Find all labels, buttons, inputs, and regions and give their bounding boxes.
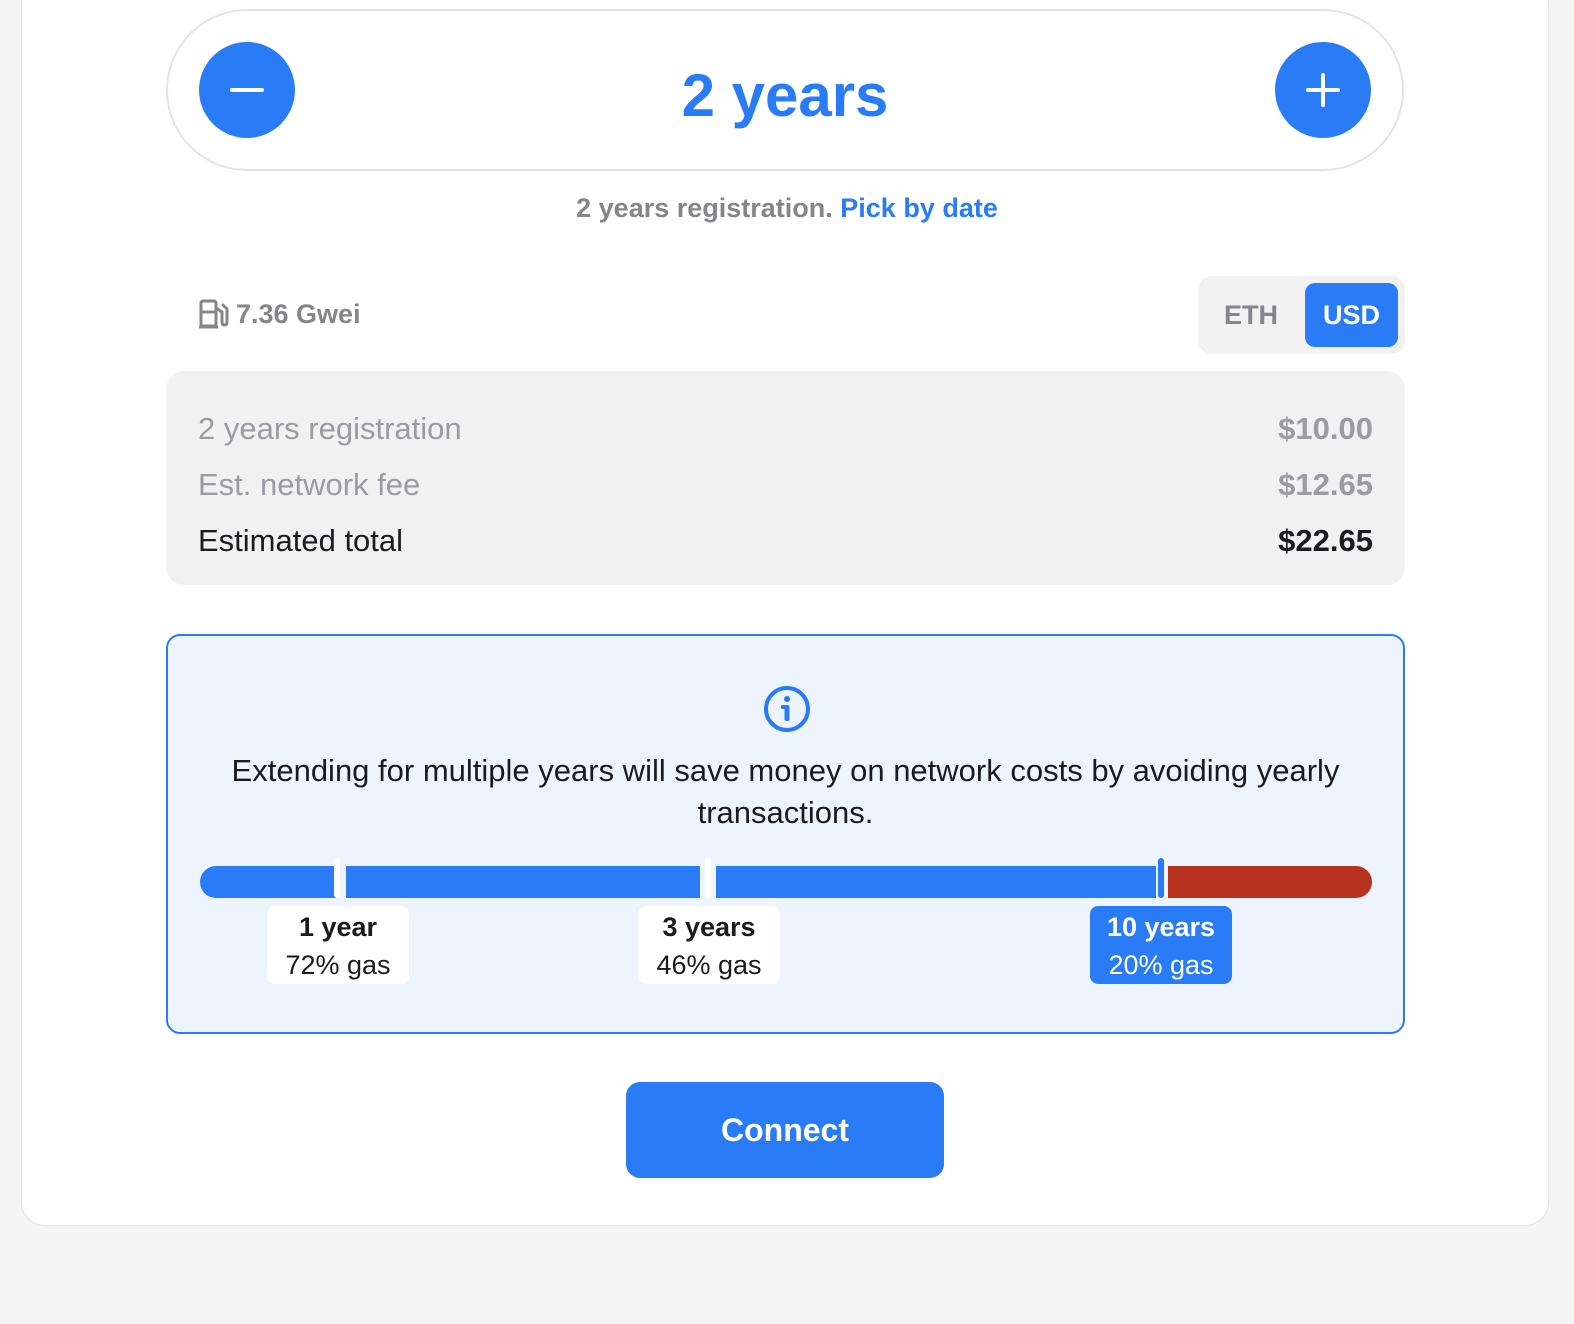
bar-segment-3 xyxy=(716,866,1156,898)
savings-info-box: Extending for multiple years will save m… xyxy=(166,634,1405,1034)
marker-gas: 72% gas xyxy=(285,950,391,980)
plus-icon xyxy=(1306,73,1340,107)
currency-option-usd[interactable]: USD xyxy=(1305,283,1398,347)
gas-price: 7.36 Gwei xyxy=(198,296,361,332)
marker-gas: 20% gas xyxy=(1108,950,1214,980)
gas-savings-bar xyxy=(200,858,1372,898)
registration-card xyxy=(21,0,1549,1226)
gas-pump-icon xyxy=(199,299,229,329)
cost-value: $22.65 xyxy=(1278,523,1373,558)
gas-price-value: 7.36 Gwei xyxy=(236,299,361,329)
duration-value: 2 years xyxy=(681,62,889,129)
currency-toggle: ETH USD xyxy=(1198,276,1405,354)
tick-10-years xyxy=(1158,858,1164,898)
bar-segment-2 xyxy=(346,866,700,898)
marker-years: 1 year xyxy=(298,912,378,942)
increase-duration-button[interactable] xyxy=(1275,42,1371,138)
cost-label: Estimated total xyxy=(198,523,404,558)
bar-segment-1 xyxy=(200,866,336,898)
pick-by-date-link[interactable]: Pick by date xyxy=(840,193,998,223)
cost-label: 2 years registration xyxy=(198,411,462,446)
marker-10-years: 10 years 20% gas xyxy=(1090,906,1232,984)
marker-1-year: 1 year 72% gas xyxy=(267,906,409,984)
estimated-total-row: Estimated total $22.65 xyxy=(198,513,1373,569)
currency-option-eth[interactable]: ETH xyxy=(1205,283,1297,347)
marker-gas: 46% gas xyxy=(656,950,762,980)
cost-value: $12.65 xyxy=(1278,467,1373,502)
bar-segment-4 xyxy=(1168,866,1372,898)
network-fee-row: Est. network fee $12.65 xyxy=(198,457,1373,513)
savings-message: Extending for multiple years will save m… xyxy=(231,753,1340,830)
marker-years: 3 years xyxy=(662,912,756,942)
marker-3-years: 3 years 46% gas xyxy=(638,906,780,984)
cost-summary: 2 years registration $10.00 Est. network… xyxy=(166,371,1405,585)
duration-subtitle-text: 2 years registration. xyxy=(576,193,833,223)
registration-cost-row: 2 years registration $10.00 xyxy=(198,401,1373,457)
duration-subtitle: 2 years registration. Pick by date xyxy=(0,190,1574,226)
tick-1-year xyxy=(334,858,340,898)
tick-3-years xyxy=(705,858,711,898)
marker-years: 10 years xyxy=(1106,912,1216,942)
cost-label: Est. network fee xyxy=(198,467,421,502)
cost-value: $10.00 xyxy=(1278,411,1373,446)
info-icon xyxy=(764,686,810,732)
duration-stepper: 2 years xyxy=(166,9,1404,171)
connect-button[interactable]: Connect xyxy=(626,1082,944,1178)
